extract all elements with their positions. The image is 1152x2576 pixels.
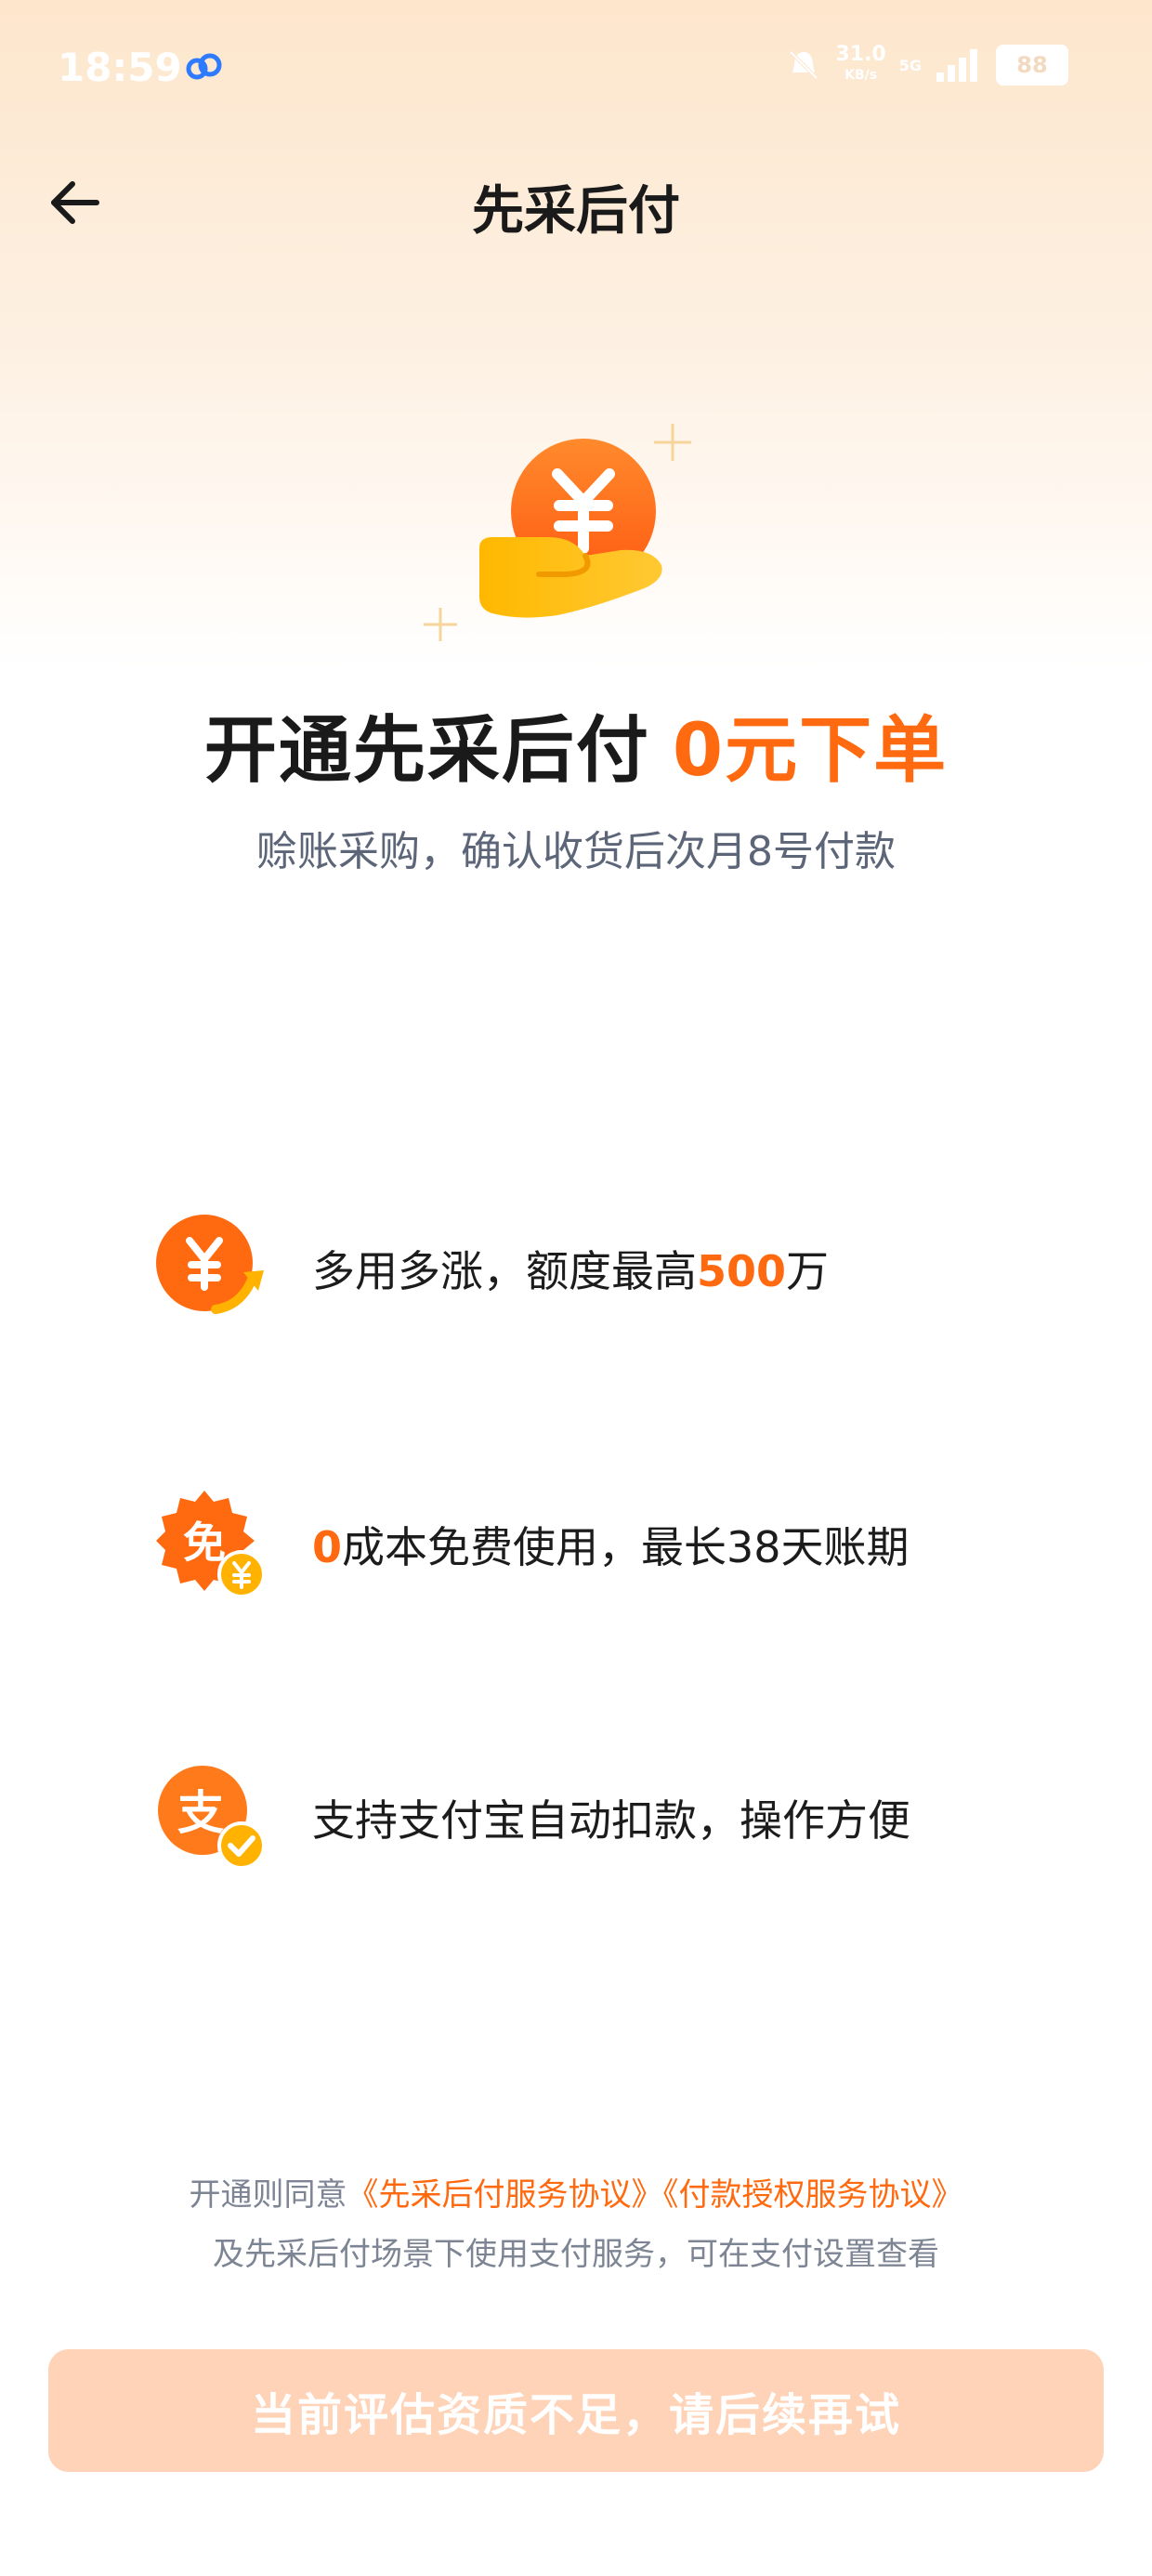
payment-authorization-link[interactable]: 《付款授权服务协议》 [663,2176,963,2214]
feature-item-alipay: 支 支持支付宝自动扣款，操作方便 [156,1762,910,1873]
page-title: 先采后付 [472,181,680,242]
net-speed-value: 31.0 [835,43,886,66]
net-speed-unit: KB/s [844,68,878,83]
activate-button-disabled[interactable]: 当前评估资质不足，请后续再试 [48,2349,1104,2472]
free-badge-icon: 免 [156,1489,268,1600]
headline-main: 开通先采后付 [203,709,650,793]
net-speed: 31.0 KB/s [835,45,885,85]
feature-text-pre: 多用多涨，额度最高 [312,1246,697,1296]
status-bar: 18:59 31.0 KB/s 5G 88 [0,0,1152,139]
yen-growth-icon [156,1213,268,1324]
feature-text-post: 万 [786,1246,830,1296]
agreement-text: 开通则同意《先采后付服务协议》《付款授权服务协议》 及先采后付场景下使用支付服务… [0,2165,1152,2284]
network-type: 5G [898,56,922,74]
svg-text:免: 免 [183,1518,226,1568]
signal-icon [936,49,977,82]
coin-hand-illustration [424,424,691,641]
feature-item-credit: 多用多涨，额度最高500万 [156,1213,829,1324]
bell-muted-icon [790,50,818,80]
nav-bar: 先采后付 [0,158,1152,242]
agreement-line-1: 开通则同意《先采后付服务协议》《付款授权服务协议》 [0,2165,1152,2225]
feature-text-highlight: 500 [697,1246,787,1296]
status-indicators: 31.0 KB/s 5G 88 [785,45,1068,85]
alipay-check-icon: 支 [156,1762,268,1873]
agreement-line-2: 及先采后付场景下使用支付服务，可在支付设置查看 [213,2236,939,2273]
service-agreement-link[interactable]: 《先采后付服务协议》 [347,2176,663,2214]
feature-text: 多用多涨，额度最高500万 [312,1238,829,1299]
battery-icon: 88 [996,45,1068,85]
cloud-app-icon [186,53,222,80]
svg-text:支: 支 [177,1786,224,1840]
feature-text: 支持支付宝自动扣款，操作方便 [312,1787,910,1848]
headline: 开通先采后付 0元下单 [0,692,1152,796]
status-time: 18:59 [58,45,182,90]
headline-accent: 0元下单 [672,709,949,793]
feature-text-pre: 支持支付宝自动扣款，操作方便 [312,1795,910,1846]
agreement-prefix: 开通则同意 [189,2176,347,2214]
feature-text-highlight: 0 [312,1522,343,1572]
feature-text: 0成本免费使用，最长38天账期 [312,1514,910,1575]
feature-text-post: 成本免费使用，最长38天账期 [342,1522,910,1572]
battery-level: 88 [1016,52,1048,78]
feature-item-free: 免 0成本免费使用，最长38天账期 [156,1489,910,1600]
headline-subtitle: 赊账采购，确认收货后次月8号付款 [256,828,896,875]
